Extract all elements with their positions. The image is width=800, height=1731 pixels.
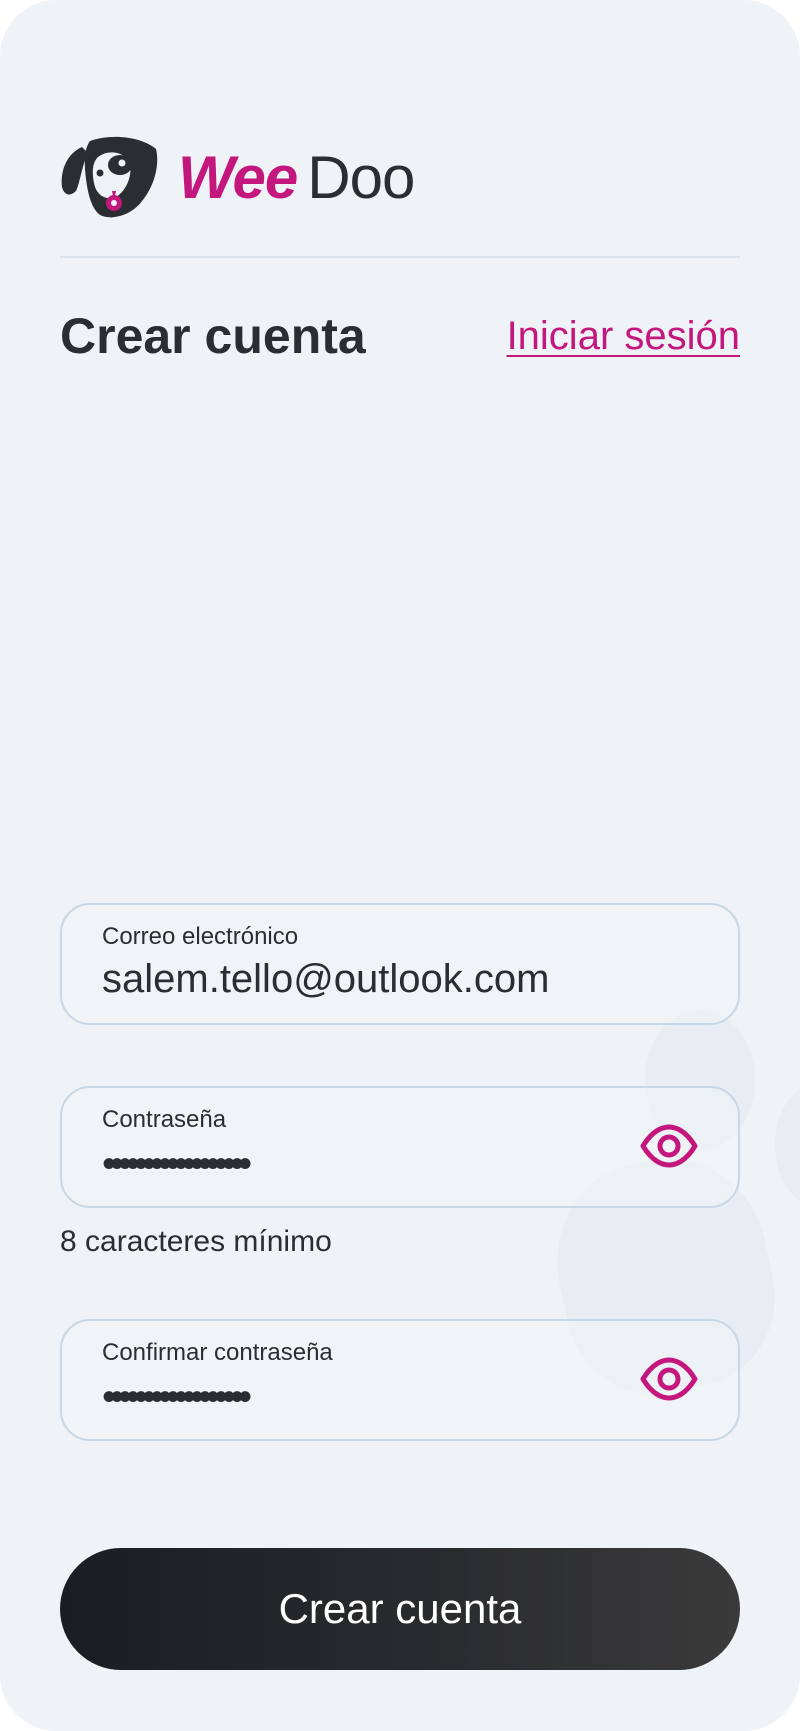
brand-logo: Wee Doo — [60, 135, 415, 221]
header-divider — [60, 256, 740, 258]
eye-icon[interactable] — [640, 1357, 698, 1401]
brand-name-part2: Doo — [307, 144, 415, 211]
confirm-password-field[interactable]: Confirmar contraseña •••••••••••••••••• — [60, 1319, 740, 1441]
password-value[interactable]: •••••••••••••••••• — [102, 1140, 252, 1188]
signup-screen: Wee Doo Crear cuenta Iniciar sesión Corre… — [0, 0, 800, 1731]
brand-wordmark: Wee Doo — [178, 148, 415, 208]
eye-icon[interactable] — [640, 1124, 698, 1168]
confirm-password-label: Confirmar contraseña — [102, 1339, 333, 1366]
email-value[interactable]: salem.tello@outlook.com — [102, 957, 549, 1002]
paw-decoration-toe — [775, 1085, 800, 1205]
email-label: Correo electrónico — [102, 923, 299, 950]
create-account-button[interactable]: Crear cuenta — [60, 1548, 740, 1670]
password-label: Contraseña — [102, 1106, 227, 1133]
dog-logo-icon — [61, 136, 158, 218]
page-title: Crear cuenta — [60, 308, 366, 364]
password-hint: 8 caracteres mínimo — [60, 1225, 332, 1258]
login-link[interactable]: Iniciar sesión — [507, 312, 740, 360]
confirm-password-value[interactable]: •••••••••••••••••• — [102, 1373, 252, 1421]
password-field[interactable]: Contraseña •••••••••••••••••• — [60, 1086, 740, 1208]
email-field[interactable]: Correo electrónico salem.tello@outlook.c… — [60, 903, 740, 1025]
brand-name-part1: Wee — [178, 144, 298, 211]
